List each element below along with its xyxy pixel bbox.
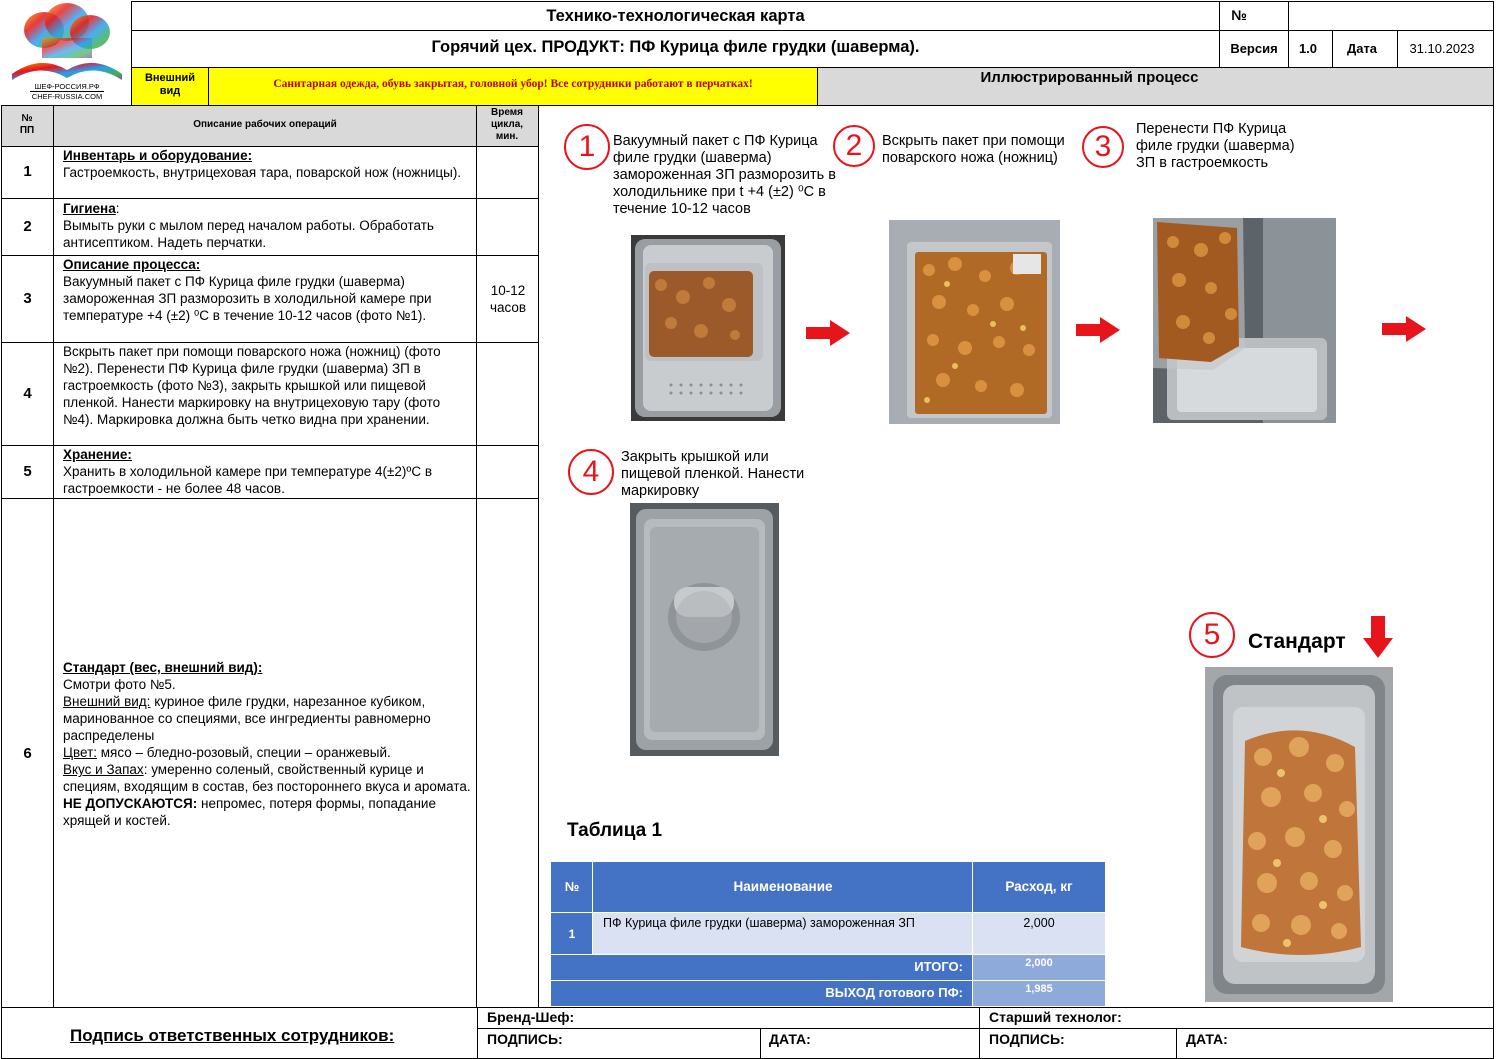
table1-col-num: № bbox=[564, 879, 580, 894]
ops-row-3-text: Вакуумный пакет с ПФ Курица филе грудки … bbox=[63, 274, 432, 323]
ops-row-4-time-cell bbox=[476, 342, 539, 446]
ops-row-2-desc: Гигиена: Вымыть руки с мылом перед начал… bbox=[63, 200, 471, 251]
standard-color-label: Цвет: bbox=[63, 745, 98, 760]
ops-row-6-num: 6 bbox=[23, 745, 32, 762]
ops-row-1-time-cell bbox=[476, 146, 539, 199]
ops-row-4-desc: Вскрыть пакет при помощи поварского ножа… bbox=[63, 344, 441, 427]
logo: ШЕФ-РОССИЯ.РФ CHEF-RUSSIA.COM bbox=[4, 2, 130, 106]
table1-output-label: ВЫХОД готового ПФ: bbox=[825, 985, 963, 1000]
document-title: Технико-технологическая карта bbox=[546, 7, 805, 25]
step-5-number-badge: 5 bbox=[1189, 612, 1235, 658]
ops-col-time: Время цикла, мин. bbox=[490, 107, 524, 142]
version-label: Версия bbox=[1230, 41, 1278, 56]
ops-row-3-time: 10-12 часов bbox=[489, 283, 527, 315]
table1-row-1-num: 1 bbox=[568, 927, 576, 941]
ops-row-6-time-cell bbox=[476, 498, 539, 1008]
ops-row-2-heading-suffix: : bbox=[115, 201, 120, 216]
step-2-number-badge: 2 bbox=[833, 125, 875, 167]
ops-col-num: № ПП bbox=[19, 113, 35, 136]
illustrated-process-title: Иллюстрированный процесс bbox=[980, 69, 1199, 86]
step-1-number-badge: 1 bbox=[564, 124, 610, 170]
arrow-right-icon bbox=[1382, 316, 1426, 342]
table1-total-label: ИТОГО: bbox=[914, 959, 963, 974]
senior-tech-signature-label: ПОДПИСЬ: bbox=[989, 1031, 1065, 1047]
step-2-caption: Вскрыть пакет при помощи поварского ножа… bbox=[882, 133, 1065, 166]
table1-row-1-name: ПФ Курица филе грудки (шаверма) замороже… bbox=[603, 916, 915, 930]
arrow-down-icon bbox=[1363, 616, 1393, 660]
header-number-value-cell bbox=[1288, 1, 1494, 31]
ops-row-1-desc: Инвентарь и оборудование: Гастроемкость,… bbox=[63, 147, 471, 181]
date-value: 31.10.2023 bbox=[1409, 41, 1475, 56]
product-subtitle: Горячий цех. ПРОДУКТ: ПФ Курица филе гру… bbox=[431, 38, 920, 56]
step-3-number-badge: 3 bbox=[1082, 126, 1124, 168]
step-1-caption: Вакуумный пакет с ПФ Курица филе грудки … bbox=[613, 133, 836, 217]
step-3-caption: Перенести ПФ Курица филе грудки (шаверма… bbox=[1136, 121, 1295, 171]
table1-row-1-usage: 2,000 bbox=[1023, 916, 1055, 930]
ops-row-5-desc: Хранение: Хранить в холодильной камере п… bbox=[63, 446, 471, 497]
logo-caption: ШЕФ-РОССИЯ.РФ CHEF-RUSSIA.COM bbox=[30, 82, 104, 101]
ops-row-2-num: 2 bbox=[23, 218, 32, 235]
ops-row-5-num: 5 bbox=[23, 463, 32, 480]
date-label: Дата bbox=[1346, 41, 1378, 56]
arrow-right-icon bbox=[1076, 317, 1120, 343]
ops-row-1-heading: Инвентарь и оборудование: bbox=[63, 148, 253, 163]
ops-row-2-time-cell bbox=[476, 198, 539, 256]
brand-chef-signature-label: ПОДПИСЬ: bbox=[487, 1031, 563, 1047]
standard-see-photo: Смотри фото №5. bbox=[63, 677, 176, 692]
table1-output-value: 1,985 bbox=[1025, 983, 1053, 995]
ops-row-5-time-cell bbox=[476, 445, 539, 499]
table1-total-value: 2,000 bbox=[1025, 957, 1053, 969]
step-5-caption: Стандарт bbox=[1248, 630, 1346, 653]
step-4-caption: Закрыть крышкой или пищевой пленкой. Нан… bbox=[621, 449, 805, 499]
brand-chef-date-label: ДАТА: bbox=[769, 1031, 811, 1047]
table1-title: Таблица 1 bbox=[567, 820, 663, 841]
step-1-photo bbox=[631, 235, 785, 421]
ops-row-3-desc: Описание процесса: Вакуумный пакет с ПФ … bbox=[63, 256, 471, 324]
step-5-photo bbox=[1205, 667, 1393, 1002]
brand-chef-label: Бренд-Шеф: bbox=[487, 1009, 575, 1025]
ops-row-3-num: 3 bbox=[23, 290, 32, 307]
ops-col-desc: Описание рабочих операций bbox=[193, 119, 337, 130]
table1: № Наименование Расход, кг 1 ПФ Курица фи… bbox=[551, 862, 1105, 1006]
ops-row-1-text: Гастроемкость, внутрицеховая тара, повар… bbox=[63, 165, 462, 180]
ops-row-1-num: 1 bbox=[23, 163, 32, 180]
signatures-label: Подпись ответственных сотрудников: bbox=[70, 1026, 395, 1045]
step-3-photo bbox=[1153, 218, 1336, 423]
table1-col-usage: Расход, кг bbox=[1005, 879, 1073, 894]
standard-appearance-label: Внешний вид: bbox=[63, 694, 151, 709]
ops-row-5-heading: Хранение: bbox=[63, 447, 132, 462]
sanitary-note: Санитарная одежда, обувь закрытая, голов… bbox=[273, 78, 753, 90]
number-label: № bbox=[1231, 7, 1247, 23]
standard-not-allowed-label: НЕ ДОПУСКАЮТСЯ: bbox=[63, 796, 198, 811]
ops-row-6-heading: Стандарт (вес, внешний вид): bbox=[63, 660, 263, 675]
senior-tech-label: Старший технолог: bbox=[989, 1009, 1122, 1025]
step-4-photo bbox=[630, 503, 779, 756]
ops-row-2-heading: Гигиена bbox=[63, 201, 116, 216]
ops-row-6-desc: Стандарт (вес, внешний вид): Смотри фото… bbox=[63, 659, 471, 829]
ops-row-2-text: Вымыть руки с мылом перед началом работы… bbox=[63, 218, 434, 250]
ops-row-3-heading: Описание процесса: bbox=[63, 257, 201, 272]
appearance-label: Внешний вид bbox=[144, 72, 196, 97]
chef-hat-book-logo-icon bbox=[12, 3, 122, 80]
step-2-photo bbox=[889, 220, 1060, 424]
senior-tech-date-label: ДАТА: bbox=[1186, 1031, 1228, 1047]
table1-col-name: Наименование bbox=[733, 879, 833, 894]
ops-row-4-num: 4 bbox=[23, 385, 32, 402]
table1-total-label-cell bbox=[551, 955, 973, 980]
version-value: 1.0 bbox=[1298, 41, 1318, 56]
standard-taste-label: Вкус и Запах bbox=[63, 762, 144, 777]
standard-color-text: мясо – бледно-розовый, специи – оранжевы… bbox=[97, 745, 391, 760]
ops-row-5-text: Хранить в холодильной камере при темпера… bbox=[63, 464, 432, 496]
arrow-right-icon bbox=[806, 320, 850, 346]
step-4-number-badge: 4 bbox=[568, 449, 614, 495]
